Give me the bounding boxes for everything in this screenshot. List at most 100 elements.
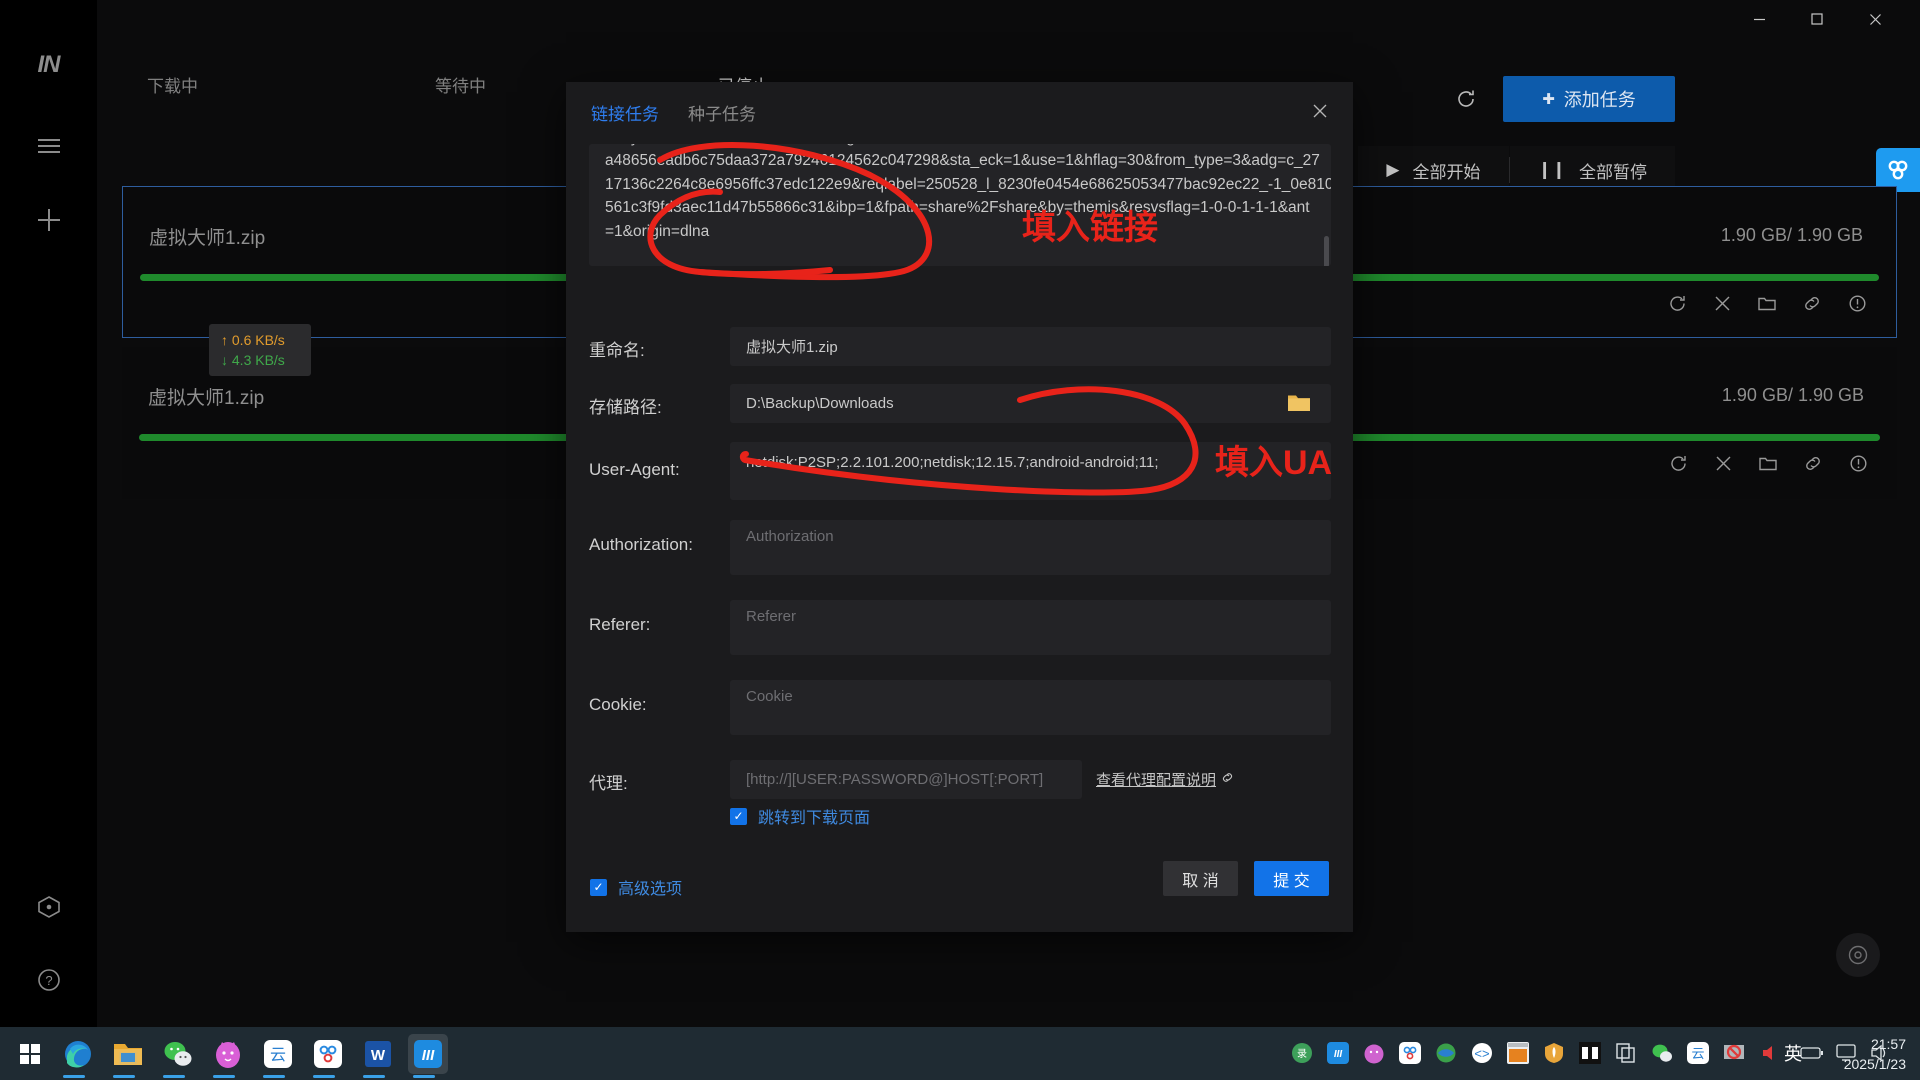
taskbar-indicator bbox=[63, 1075, 85, 1078]
battery-icon[interactable] bbox=[1800, 1041, 1824, 1065]
sogou-icon[interactable]: 云 bbox=[258, 1034, 298, 1074]
wechat-tray-icon[interactable] bbox=[1650, 1041, 1674, 1065]
referer-label: Referer: bbox=[589, 615, 651, 634]
sogou-tray-icon[interactable]: 云 bbox=[1686, 1041, 1710, 1065]
maximize-button[interactable] bbox=[1794, 0, 1840, 38]
proxy-label: 代理: bbox=[589, 774, 628, 793]
svg-text:III: III bbox=[1334, 1049, 1343, 1060]
close-icon[interactable] bbox=[1711, 292, 1733, 314]
tab-torrent-task[interactable]: 种子任务 bbox=[688, 100, 756, 125]
dialog-close-icon[interactable] bbox=[1307, 98, 1333, 124]
download-speed: ↓ 4.3 KB/s bbox=[221, 352, 285, 368]
rename-input[interactable]: 虚拟大师1.zip bbox=[730, 327, 1331, 366]
clock-time: 21:57 bbox=[1870, 1036, 1906, 1052]
tab-downloading[interactable]: 下载中 bbox=[147, 58, 198, 110]
taskbar-indicator bbox=[363, 1075, 385, 1078]
tab-link-task[interactable]: 链接任务 bbox=[591, 100, 659, 125]
recorder-icon[interactable]: 录 bbox=[1290, 1041, 1314, 1065]
tomato-browser-icon[interactable] bbox=[208, 1034, 248, 1074]
code-tray-icon[interactable]: <> bbox=[1470, 1041, 1494, 1065]
cookie-input[interactable]: Cookie bbox=[730, 680, 1331, 735]
folder-icon[interactable] bbox=[1756, 292, 1778, 314]
advanced-options-checkbox[interactable]: ✓ 高级选项 bbox=[590, 875, 682, 899]
proxy-help-link[interactable]: 查看代理配置说明 bbox=[1096, 769, 1234, 790]
block-tray-icon[interactable] bbox=[1722, 1041, 1746, 1065]
folder-icon[interactable] bbox=[1757, 452, 1779, 474]
jump-to-download-page-checkbox[interactable]: ✓ 跳转到下载页面 bbox=[730, 804, 870, 828]
copy-tray-icon[interactable] bbox=[1614, 1041, 1638, 1065]
word-icon[interactable]: W bbox=[358, 1034, 398, 1074]
left-sidebar: IN ? bbox=[0, 0, 97, 1037]
start-icon[interactable] bbox=[10, 1034, 50, 1074]
baidu-netdisk-icon[interactable] bbox=[308, 1034, 348, 1074]
start-all-label: 全部开始 bbox=[1412, 162, 1481, 182]
edge-icon[interactable] bbox=[58, 1034, 98, 1074]
globe-tray-icon[interactable] bbox=[1434, 1041, 1458, 1065]
proxy-input[interactable]: [http://][USER:PASSWORD@]HOST[:PORT] bbox=[730, 760, 1082, 799]
file-explorer-icon[interactable] bbox=[108, 1034, 148, 1074]
add-task-button[interactable]: ✚ 添加任务 bbox=[1503, 76, 1675, 122]
advanced-checkbox-label: 高级选项 bbox=[618, 881, 683, 898]
external-link-icon bbox=[1221, 771, 1234, 788]
add-task-dialog: 链接任务 种子任务 2L6yTIkPko4mr0OOe%2FbWt%2Fg%3D… bbox=[566, 82, 1353, 932]
task-action-group bbox=[1666, 292, 1868, 314]
url-scrollbar[interactable] bbox=[1324, 236, 1329, 266]
url-value: 2L6yTIkPko4mr0OOe%2FbWt%2Fg%3D&so=0&ut=6… bbox=[605, 144, 1331, 240]
help-icon[interactable]: ? bbox=[0, 958, 97, 1002]
jump-checkbox-label: 跳转到下载页面 bbox=[758, 810, 871, 827]
info-icon[interactable] bbox=[1847, 452, 1869, 474]
restart-icon[interactable] bbox=[1666, 292, 1688, 314]
restart-icon[interactable] bbox=[1667, 452, 1689, 474]
windows-taskbar: 云 W III 录 III <> 云 英 21:57 2025/1/23 bbox=[0, 1027, 1920, 1080]
tab-waiting[interactable]: 等待中 bbox=[435, 58, 486, 110]
speed-tooltip: ↑ 0.6 KB/s ↓ 4.3 KB/s bbox=[209, 324, 311, 376]
browse-folder-icon[interactable] bbox=[1284, 389, 1314, 417]
shield-tray-icon[interactable] bbox=[1542, 1041, 1566, 1065]
taskbar-indicator bbox=[263, 1075, 285, 1078]
upload-speed: ↑ 0.6 KB/s bbox=[221, 332, 285, 348]
referer-input[interactable]: Referer bbox=[730, 600, 1331, 655]
svg-text:W: W bbox=[371, 1047, 386, 1064]
netdisk-tray-icon[interactable] bbox=[1398, 1041, 1422, 1065]
play-icon: ▶ bbox=[1386, 160, 1400, 179]
submit-button[interactable]: 提 交 bbox=[1254, 861, 1329, 896]
link-icon[interactable] bbox=[1801, 292, 1823, 314]
wechat-icon[interactable] bbox=[158, 1034, 198, 1074]
taskbar-indicator bbox=[413, 1075, 435, 1078]
task-size: 1.90 GB/ 1.90 GB bbox=[1720, 225, 1863, 245]
taskbar-indicator bbox=[313, 1075, 335, 1078]
storage-path-input[interactable]: D:\Backup\Downloads bbox=[730, 384, 1331, 423]
taskbar-indicator bbox=[213, 1075, 235, 1078]
tomato-tray-icon[interactable] bbox=[1362, 1041, 1386, 1065]
panels-tray-icon[interactable] bbox=[1578, 1041, 1602, 1065]
user-agent-label: User-Agent: bbox=[589, 460, 680, 479]
taskbar-indicator bbox=[113, 1075, 135, 1078]
svg-text:<>: <> bbox=[1474, 1046, 1489, 1061]
user-agent-input[interactable]: netdisk;P2SP;2.2.101.200;netdisk;12.15.7… bbox=[730, 442, 1331, 500]
link-icon[interactable] bbox=[1802, 452, 1824, 474]
settings-icon[interactable] bbox=[0, 885, 97, 929]
svg-text:云: 云 bbox=[270, 1047, 286, 1064]
url-textarea[interactable]: 2L6yTIkPko4mr0OOe%2FbWt%2Fg%3D&so=0&ut=6… bbox=[589, 144, 1331, 266]
task-name: 虚拟大师1.zip bbox=[148, 388, 265, 409]
window-tray-icon[interactable] bbox=[1506, 1041, 1530, 1065]
motrix-tray-icon[interactable]: III bbox=[1326, 1041, 1350, 1065]
cancel-button[interactable]: 取 消 bbox=[1163, 861, 1238, 896]
motrix-icon[interactable]: III bbox=[408, 1034, 448, 1074]
info-icon[interactable] bbox=[1846, 292, 1868, 314]
add-icon[interactable] bbox=[0, 198, 97, 242]
close-window-button[interactable] bbox=[1852, 0, 1898, 38]
clock[interactable]: 21:57 2025/1/23 bbox=[1844, 1034, 1906, 1074]
menu-icon[interactable] bbox=[0, 124, 97, 168]
task-action-group bbox=[1667, 452, 1869, 474]
authorization-input[interactable]: Authorization bbox=[730, 520, 1331, 575]
minimize-button[interactable] bbox=[1736, 0, 1782, 38]
ime-indicator[interactable]: 英 bbox=[1784, 1040, 1802, 1066]
floating-assistant-button[interactable] bbox=[1836, 933, 1880, 977]
pause-all-label: 全部暂停 bbox=[1579, 162, 1647, 182]
taskbar-indicator bbox=[163, 1075, 185, 1078]
task-size: 1.90 GB/ 1.90 GB bbox=[1721, 385, 1864, 405]
refresh-icon[interactable] bbox=[1449, 82, 1483, 116]
speaker-red-icon[interactable] bbox=[1758, 1041, 1782, 1065]
close-icon[interactable] bbox=[1712, 452, 1734, 474]
